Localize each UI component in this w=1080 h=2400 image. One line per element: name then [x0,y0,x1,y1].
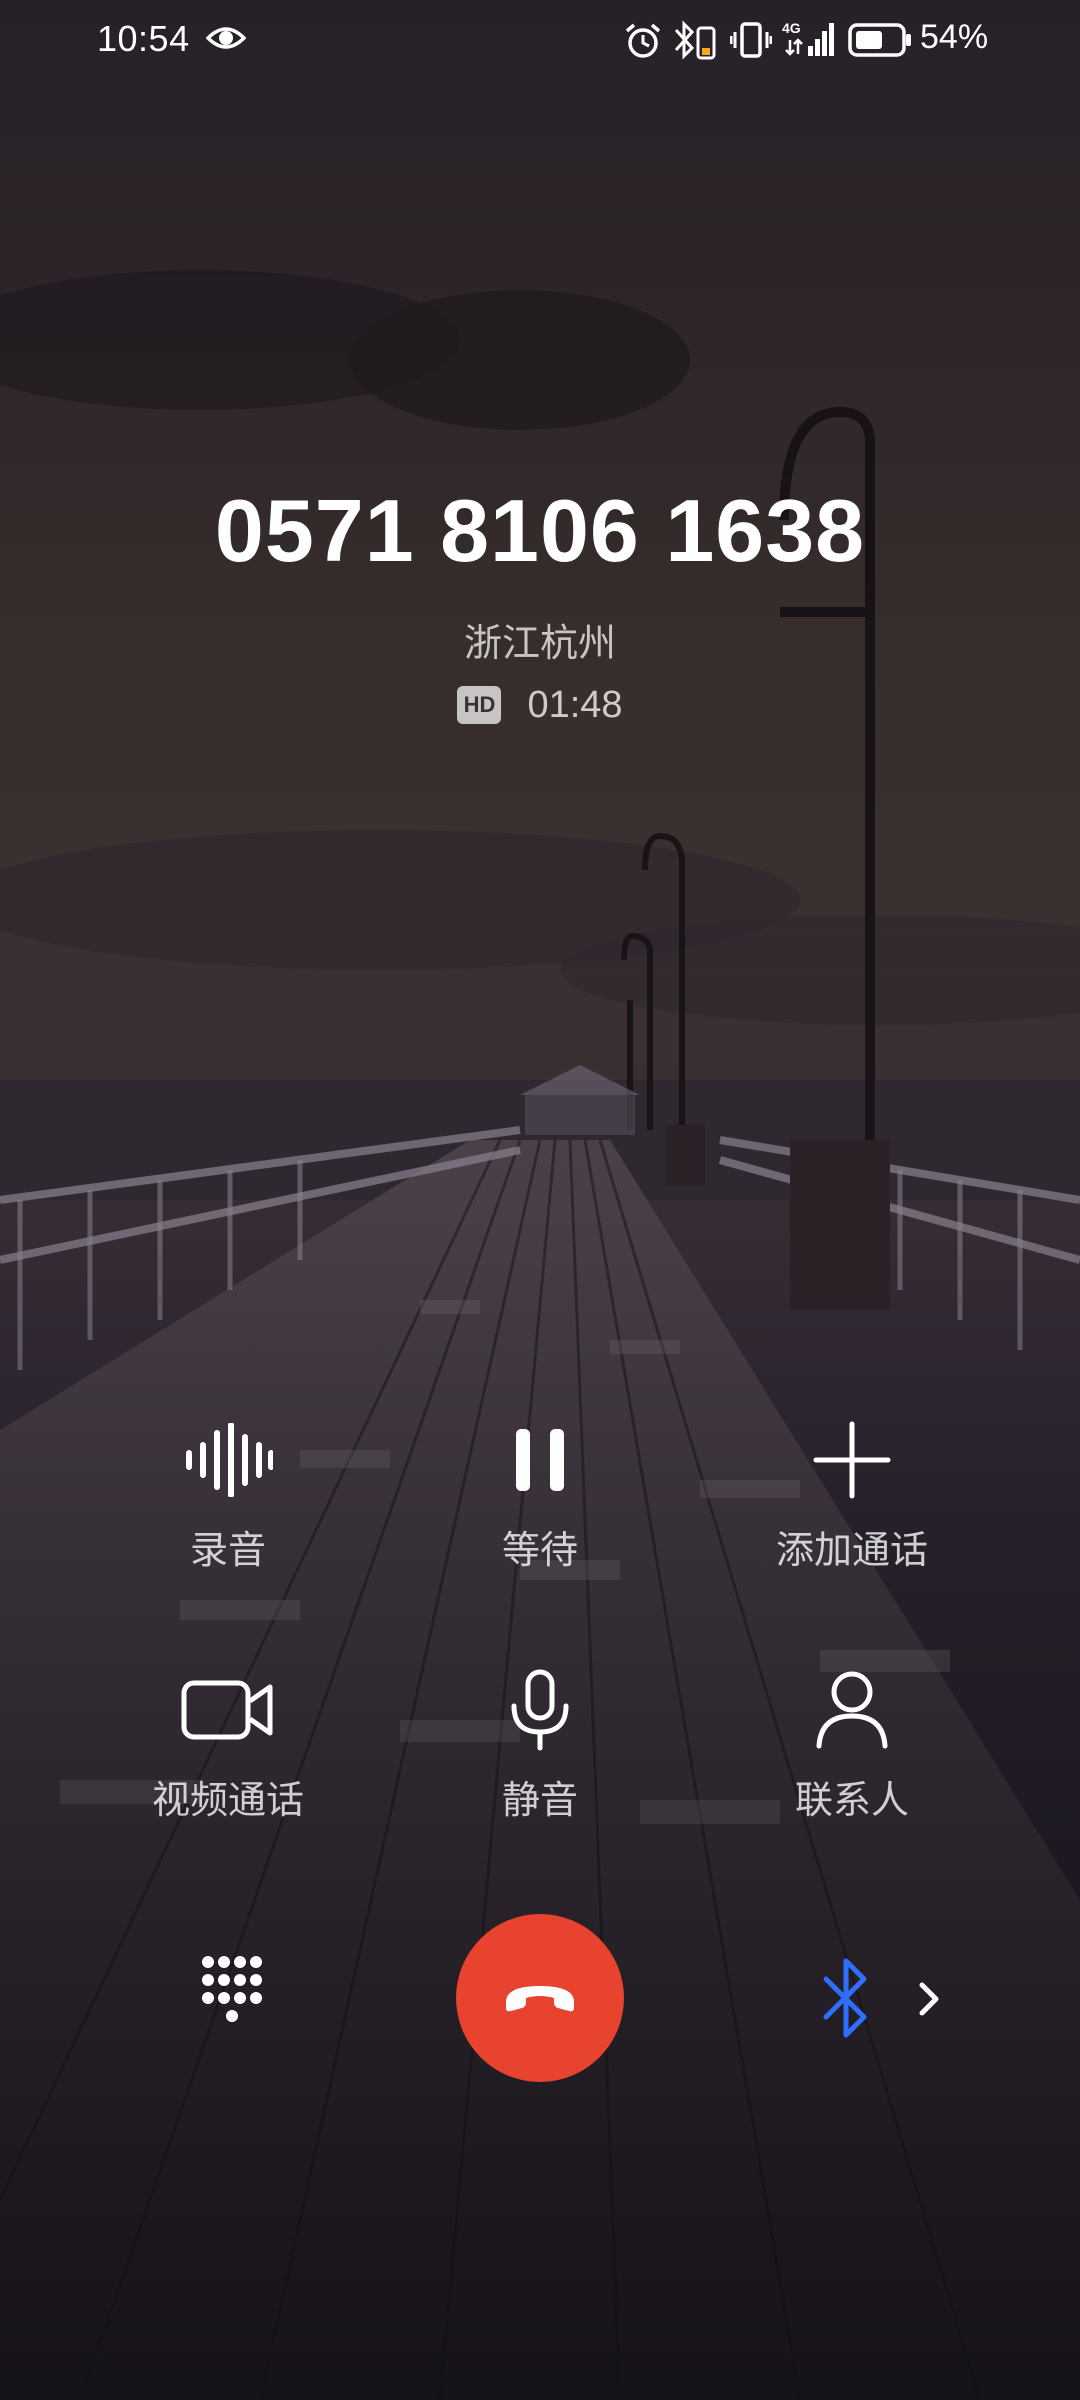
call-info-row: HD 01:48 [0,680,1080,730]
add-call-button[interactable]: 添加通话 [702,1415,1002,1574]
add-call-label: 添加通话 [775,1528,928,1572]
contacts-button[interactable]: 联系人 [702,1665,1002,1824]
vibrate-icon [729,20,773,64]
pause-icon [390,1415,690,1505]
signal-icon: 4G [782,18,838,62]
video-call-label: 视频通话 [151,1778,304,1822]
audio-route-button[interactable] [818,1955,958,2045]
dialpad-button[interactable] [192,1950,272,2040]
video-call-button[interactable]: 视频通话 [78,1665,378,1824]
status-bar: 10:54 4G 54% [0,0,1080,80]
end-call-button[interactable] [456,1914,624,2082]
dialpad-icon [202,1956,262,2022]
hold-label: 等待 [501,1528,578,1572]
contacts-label: 联系人 [794,1778,909,1822]
bluetooth-icon [823,1958,867,2038]
bluetooth-battery-icon [672,20,718,64]
record-waveform-icon [78,1415,378,1505]
hd-badge: HD [457,686,502,724]
contacts-icon [702,1665,1002,1755]
caller-location: 浙江杭州 [463,621,616,665]
battery-percent: 54% [920,18,989,56]
alarm-icon [624,22,662,64]
eye-icon [205,22,247,58]
battery-icon [848,22,912,62]
caller-number: 0571 8106 1638 [214,481,866,580]
record-button[interactable]: 录音 [78,1415,378,1574]
chevron-right-icon [919,1982,939,2016]
video-call-icon [78,1665,378,1755]
add-call-icon [702,1415,1002,1505]
hold-button[interactable]: 等待 [390,1415,690,1574]
call-screen: 10:54 4G 54% 0571 8106 1638 浙江杭州 HD 01:4… [0,0,1080,2400]
end-call-icon [506,1986,574,2012]
status-time: 10:54 [97,18,190,59]
call-duration: 01:48 [527,683,623,726]
microphone-icon [390,1665,690,1755]
record-label: 录音 [189,1528,266,1572]
mute-label: 静音 [501,1778,578,1822]
svg-text:4G: 4G [782,20,801,36]
mute-button[interactable]: 静音 [390,1665,690,1824]
